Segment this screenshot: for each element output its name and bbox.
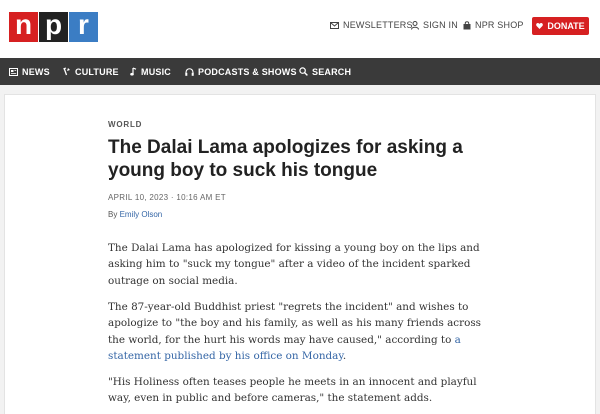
newsletters-label: NEWSLETTERS <box>343 20 413 30</box>
logo-letter-n: n <box>9 11 38 42</box>
top-bar: n p r NEWSLETTERS SIGN IN NPR SHOP DONAT… <box>0 0 600 58</box>
donate-button[interactable]: DONATE <box>532 17 589 35</box>
sign-in-link[interactable]: SIGN IN <box>411 20 458 30</box>
nav-label-music: MUSIC <box>141 66 171 77</box>
nav-item-search[interactable]: SEARCH <box>299 58 351 85</box>
article-paragraph-1: The Dalai Lama has apologized for kissin… <box>108 242 480 287</box>
user-icon <box>411 20 419 30</box>
newsletters-link[interactable]: NEWSLETTERS <box>330 20 413 30</box>
shopping-bag-icon <box>463 20 471 29</box>
music-icon <box>130 67 137 76</box>
nav-label-news: NEWS <box>22 66 50 77</box>
article-paragraph-3: "His Holiness often teases people he mee… <box>108 376 477 405</box>
culture-icon <box>63 67 70 76</box>
author-link[interactable]: Emily Olson <box>120 210 163 219</box>
byline-prefix: By <box>108 210 120 219</box>
nav-label-search: SEARCH <box>312 66 352 77</box>
news-icon <box>9 67 18 76</box>
main-nav: NEWS CULTURE MUSIC PODCASTS & SHOWS SEAR… <box>0 58 600 85</box>
nav-item-news[interactable]: NEWS <box>9 58 50 85</box>
heart-icon <box>536 23 544 29</box>
nav-item-music[interactable]: MUSIC <box>130 58 171 85</box>
nav-item-culture[interactable]: CULTURE <box>63 58 119 85</box>
article-paragraph-2: The 87-year-old Buddhist priest "regrets… <box>108 299 500 364</box>
nav-label-podcasts-shows: PODCASTS & SHOWS <box>198 66 297 77</box>
npr-shop-link[interactable]: NPR SHOP <box>463 20 524 30</box>
article-dateline: APRIL 10, 2023 · 10:16 AM ET <box>108 193 226 202</box>
section-slug[interactable]: WORLD <box>108 120 142 129</box>
nav-item-podcasts-shows[interactable]: PODCASTS & SHOWS <box>185 58 297 85</box>
nav-label-culture: CULTURE <box>75 66 119 77</box>
article-headline: The Dalai Lama apologizes for asking a y… <box>108 137 463 181</box>
paragraph-2-text: The 87-year-old Buddhist priest "regrets… <box>108 301 482 346</box>
envelope-icon <box>330 21 339 29</box>
logo-letter-r: r <box>69 11 98 42</box>
logo-letter-p: p <box>39 11 68 42</box>
sign-in-label: SIGN IN <box>423 20 458 30</box>
paragraph-2-end: . <box>342 349 347 362</box>
npr-shop-label: NPR SHOP <box>475 20 524 30</box>
npr-logo[interactable]: n p r <box>9 11 98 42</box>
headphones-icon <box>185 67 194 76</box>
donate-label: DONATE <box>547 21 585 31</box>
search-icon <box>299 67 308 76</box>
article-byline: By Emily Olson <box>108 210 162 219</box>
